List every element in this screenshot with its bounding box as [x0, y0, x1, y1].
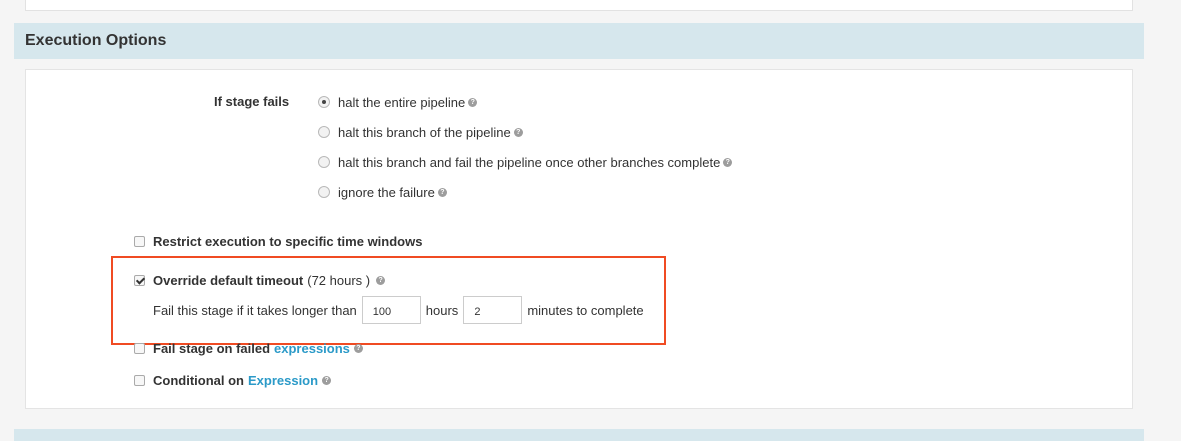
help-icon[interactable]: ?	[376, 275, 386, 285]
timeout-minutes-input[interactable]	[463, 296, 523, 324]
conditional-label: Conditional on	[153, 372, 244, 388]
help-icon[interactable]: ?	[353, 343, 363, 353]
help-icon[interactable]: ?	[322, 375, 332, 385]
section-title: Execution Options	[25, 32, 167, 49]
timeout-prefix-text: Fail this stage if it takes longer than	[153, 302, 357, 318]
help-icon[interactable]: ?	[513, 127, 523, 137]
timeout-hours-input[interactable]	[361, 296, 421, 324]
radio-ignore-failure[interactable]: ignore the failure ?	[318, 183, 447, 201]
previous-section-panel	[25, 0, 1133, 11]
radio-label: ignore the failure	[338, 184, 435, 200]
section-header: Execution Options	[14, 23, 1144, 59]
override-timeout-row[interactable]: Override default timeout (72 hours ) ?	[134, 271, 386, 289]
radio-label: halt this branch of the pipeline	[338, 124, 511, 140]
help-icon[interactable]: ?	[723, 157, 733, 167]
fail-on-expressions-row[interactable]: Fail stage on failed expressions ?	[134, 339, 363, 357]
if-stage-fails-label: If stage fails	[214, 94, 290, 109]
radio-button[interactable]	[318, 156, 330, 168]
radio-label: halt the entire pipeline	[338, 94, 466, 110]
restrict-time-windows-checkbox[interactable]	[134, 235, 145, 247]
radio-button[interactable]	[318, 126, 330, 138]
conditional-expression-checkbox[interactable]	[134, 374, 145, 386]
radio-halt-branch[interactable]: halt this branch of the pipeline ?	[318, 123, 523, 141]
default-timeout-note: (72 hours )	[307, 272, 371, 288]
override-timeout-checkbox[interactable]	[134, 274, 145, 286]
help-icon[interactable]: ?	[468, 97, 478, 107]
hours-label: hours	[425, 302, 459, 318]
fail-on-expressions-label: Fail stage on failed	[153, 340, 271, 356]
restrict-time-windows-row[interactable]: Restrict execution to specific time wind…	[134, 232, 422, 250]
radio-halt-pipeline[interactable]: halt the entire pipeline ?	[318, 93, 478, 111]
help-icon[interactable]: ?	[437, 187, 447, 197]
expressions-link[interactable]: expressions	[274, 341, 350, 356]
radio-button[interactable]	[318, 186, 330, 198]
timeout-settings: Fail this stage if it takes longer than …	[153, 295, 644, 325]
conditional-expression-row[interactable]: Conditional on Expression ?	[134, 371, 332, 389]
restrict-time-windows-label: Restrict execution to specific time wind…	[153, 233, 423, 249]
fail-on-expressions-checkbox[interactable]	[134, 342, 145, 354]
next-section-header	[14, 429, 1144, 441]
expression-link[interactable]: Expression	[248, 373, 318, 388]
radio-button-selected[interactable]	[318, 96, 330, 108]
minutes-label: minutes to complete	[527, 302, 644, 318]
radio-label: halt this branch and fail the pipeline o…	[338, 154, 721, 170]
override-timeout-label: Override default timeout	[153, 272, 304, 288]
radio-halt-branch-fail-pipeline[interactable]: halt this branch and fail the pipeline o…	[318, 153, 733, 171]
